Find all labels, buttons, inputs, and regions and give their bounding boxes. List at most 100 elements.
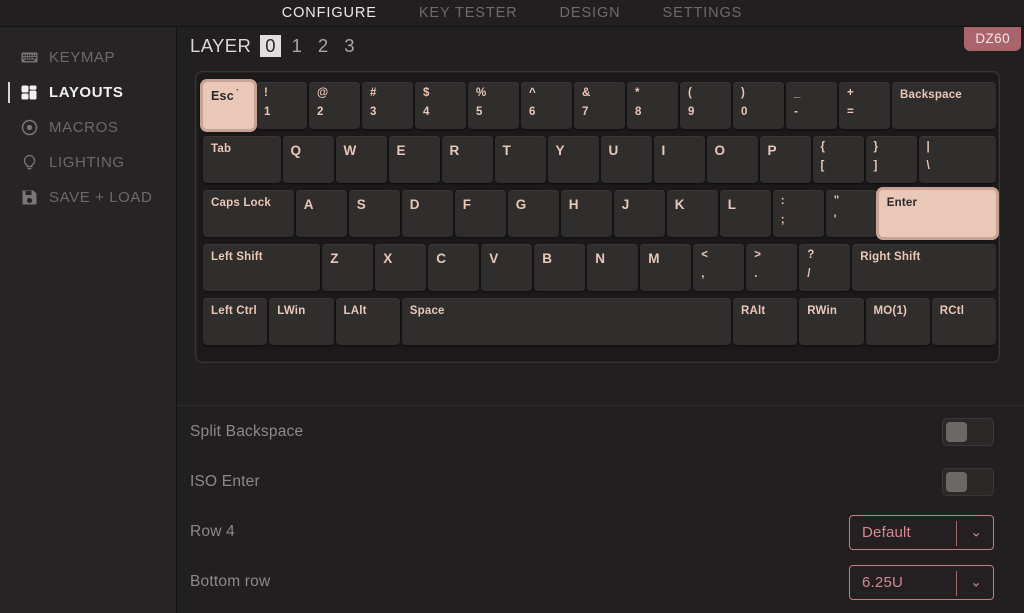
tab-key-tester[interactable]: KEY TESTER <box>419 4 518 23</box>
sidebar-item-keymap[interactable]: KEYMAP <box>0 40 176 75</box>
key-rctl[interactable]: RCtl <box>931 298 996 345</box>
key-label: X <box>383 251 393 266</box>
key-[interactable]: :; <box>772 190 824 237</box>
key-[interactable]: ) 0 <box>733 82 784 129</box>
layout-grid-icon <box>21 84 38 101</box>
tab-settings[interactable]: SETTINGS <box>663 4 743 23</box>
key-label: & <box>582 87 591 99</box>
key-label: @ <box>317 87 329 99</box>
key-d[interactable]: D <box>401 190 453 237</box>
select-bottom-row[interactable]: 6.25U ⌄ <box>849 564 994 600</box>
key-label: Backspace <box>900 89 962 101</box>
key-t[interactable]: T <box>494 136 546 183</box>
key-y[interactable]: Y <box>547 136 599 183</box>
key-label: $ <box>423 87 430 99</box>
key-[interactable]: {[ <box>812 136 864 183</box>
key-tab[interactable]: Tab <box>203 136 281 183</box>
key-b[interactable]: B <box>534 244 586 291</box>
key-j[interactable]: J <box>613 190 665 237</box>
key-backspace[interactable]: Backspace <box>892 82 996 129</box>
key-[interactable]: " ' <box>825 190 877 237</box>
key-[interactable]: (9 <box>680 82 731 129</box>
sidebar-item-save-load[interactable]: SAVE + LOAD <box>0 180 176 215</box>
key-[interactable]: * 8 <box>627 82 678 129</box>
key-[interactable]: @2 <box>309 82 360 129</box>
toggle-split-backspace[interactable] <box>942 418 994 446</box>
key-w[interactable]: W <box>335 136 387 183</box>
key-left-ctrl[interactable]: Left Ctrl <box>203 298 268 345</box>
sidebar-item-macros[interactable]: MACROS <box>0 110 176 145</box>
sidebar-item-label: SAVE + LOAD <box>49 189 153 206</box>
key-o[interactable]: O <box>706 136 758 183</box>
key-c[interactable]: C <box>428 244 480 291</box>
key-e[interactable]: E <box>388 136 440 183</box>
key-sublabel: . <box>754 268 758 280</box>
key-space[interactable]: Space <box>401 298 731 345</box>
sidebar-item-layouts[interactable]: LAYOUTS <box>0 75 176 110</box>
key-a[interactable]: A <box>295 190 347 237</box>
key-esc[interactable]: Esc ` <box>203 82 254 129</box>
key-right-shift[interactable]: Right Shift <box>852 244 996 291</box>
select-value: Default <box>862 523 911 541</box>
sidebar-item-label: KEYMAP <box>49 49 116 66</box>
key-[interactable]: % 5 <box>468 82 519 129</box>
key-label: LWin <box>277 305 306 317</box>
layer-button-0[interactable]: 0 <box>260 35 281 58</box>
key-k[interactable]: K <box>666 190 718 237</box>
key-rwin[interactable]: RWin <box>799 298 864 345</box>
toggle-iso-enter[interactable] <box>942 468 994 496</box>
key-mo-1[interactable]: MO(1) <box>865 298 930 345</box>
key-label: K <box>674 197 685 212</box>
key-label: RCtl <box>939 305 965 317</box>
key-l[interactable]: L <box>719 190 771 237</box>
keyboard-layout-preview: Esc `! 1 @2 #3 $4% 5 ^ 6 & 7 * 8(9) 0 _ - + = Backspace Tab… <box>195 71 1000 363</box>
key-[interactable]: | \ <box>918 136 996 183</box>
key-[interactable]: >. <box>746 244 798 291</box>
key-[interactable]: #3 <box>362 82 413 129</box>
key-[interactable]: & 7 <box>574 82 625 129</box>
select-divider <box>956 570 957 596</box>
layer-button-1[interactable]: 1 <box>287 35 307 57</box>
key-z[interactable]: Z <box>322 244 374 291</box>
tab-configure[interactable]: CONFIGURE <box>282 4 377 23</box>
key-m[interactable]: M <box>640 244 692 291</box>
key-i[interactable]: I <box>653 136 705 183</box>
layout-option-label: Row 4 <box>190 523 235 540</box>
key-[interactable]: _ - <box>786 82 837 129</box>
layer-button-2[interactable]: 2 <box>313 35 333 57</box>
key-left-shift[interactable]: Left Shift <box>203 244 321 291</box>
layout-option-row: Row 4 Default ⌄ <box>177 507 1024 557</box>
key-[interactable]: ^ 6 <box>521 82 572 129</box>
key-lalt[interactable]: LAlt <box>335 298 400 345</box>
key-caps-lock[interactable]: Caps Lock <box>203 190 294 237</box>
key-[interactable]: <, <box>693 244 745 291</box>
key-ralt[interactable]: RAlt <box>733 298 798 345</box>
key-sublabel: , <box>701 268 705 280</box>
key-[interactable]: }] <box>865 136 917 183</box>
key-x[interactable]: X <box>375 244 427 291</box>
key-h[interactable]: H <box>560 190 612 237</box>
key-p[interactable]: P <box>759 136 811 183</box>
key-enter[interactable]: Enter <box>878 190 996 237</box>
sidebar-item-lighting[interactable]: LIGHTING <box>0 145 176 180</box>
key-n[interactable]: N <box>587 244 639 291</box>
key-q[interactable]: Q <box>282 136 334 183</box>
key-label: _ <box>794 87 801 99</box>
key-lwin[interactable]: LWin <box>269 298 334 345</box>
key-f[interactable]: F <box>454 190 506 237</box>
key-[interactable]: ? / <box>799 244 851 291</box>
key-[interactable]: ! 1 <box>256 82 307 129</box>
key-s[interactable]: S <box>348 190 400 237</box>
key-label: Caps Lock <box>211 197 271 209</box>
key-r[interactable]: R <box>441 136 493 183</box>
key-[interactable]: $4 <box>415 82 466 129</box>
key-[interactable]: + = <box>839 82 890 129</box>
key-label: Esc <box>211 89 234 103</box>
key-v[interactable]: V <box>481 244 533 291</box>
tab-design[interactable]: DESIGN <box>560 4 621 23</box>
key-sublabel: / <box>807 268 811 280</box>
layer-button-3[interactable]: 3 <box>339 35 359 57</box>
key-u[interactable]: U <box>600 136 652 183</box>
key-g[interactable]: G <box>507 190 559 237</box>
select-row-4[interactable]: Default ⌄ <box>849 514 994 550</box>
